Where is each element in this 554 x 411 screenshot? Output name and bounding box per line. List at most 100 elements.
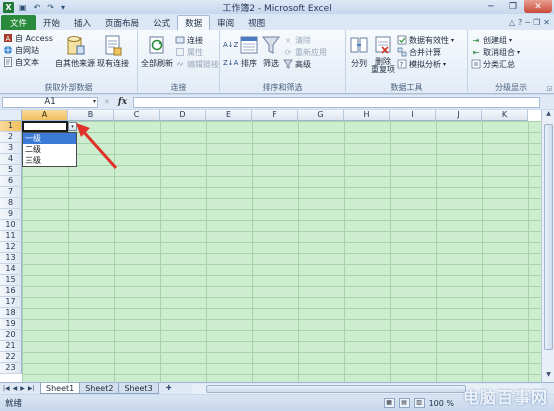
row-header[interactable]: 3 bbox=[0, 143, 22, 154]
from-web-button[interactable]: 自网站 bbox=[3, 44, 55, 56]
save-icon[interactable]: ▣ bbox=[17, 3, 29, 12]
excel-logo-icon[interactable]: X bbox=[3, 1, 14, 13]
restore-button[interactable]: ❐ bbox=[502, 0, 524, 13]
row-header[interactable]: 9 bbox=[0, 209, 22, 220]
row-header[interactable]: 20 bbox=[0, 330, 22, 341]
sort-descending-button[interactable]: Z↓A bbox=[223, 54, 239, 72]
first-sheet-icon[interactable]: |◀ bbox=[3, 385, 10, 392]
column-header[interactable]: F bbox=[252, 110, 298, 121]
properties-button[interactable]: 属性 bbox=[175, 46, 219, 58]
row-header[interactable]: 21 bbox=[0, 341, 22, 352]
cancel-entry-icon[interactable]: ✕ bbox=[104, 98, 110, 106]
sort-ascending-button[interactable]: A↓Z bbox=[223, 36, 239, 54]
column-header[interactable]: H bbox=[344, 110, 390, 121]
row-header[interactable]: 23 bbox=[0, 363, 22, 374]
column-header[interactable]: K bbox=[482, 110, 528, 121]
column-header[interactable]: E bbox=[206, 110, 252, 121]
data-validation-dropdown-icon[interactable]: ▾ bbox=[451, 37, 454, 44]
scroll-up-icon[interactable]: ▲ bbox=[542, 110, 554, 121]
qat-customize-icon[interactable]: ▾ bbox=[59, 3, 67, 12]
advanced-button[interactable]: 高级 bbox=[283, 58, 327, 70]
collapse-ribbon-icon[interactable]: △ bbox=[509, 18, 515, 27]
doc-minimize-icon[interactable]: ─ bbox=[525, 18, 530, 27]
reapply-button[interactable]: ⟳ 重新应用 bbox=[283, 46, 327, 58]
sheet-tab-sheet3[interactable]: Sheet3 bbox=[118, 383, 159, 394]
row-header[interactable]: 19 bbox=[0, 319, 22, 330]
scroll-down-icon[interactable]: ▼ bbox=[542, 371, 554, 382]
last-sheet-icon[interactable]: ▶| bbox=[28, 385, 35, 392]
name-box[interactable]: A1 ▾ bbox=[2, 96, 98, 108]
tab-formulas[interactable]: 公式 bbox=[146, 15, 177, 30]
column-header[interactable]: I bbox=[390, 110, 436, 121]
horizontal-scroll-thumb[interactable] bbox=[205, 384, 466, 393]
row-header[interactable]: 12 bbox=[0, 242, 22, 253]
existing-connections-button[interactable]: 现有连接 bbox=[97, 32, 129, 69]
refresh-all-button[interactable]: 全部刷新 bbox=[141, 32, 173, 70]
tab-home[interactable]: 开始 bbox=[36, 15, 67, 30]
sort-button[interactable]: 排序 bbox=[239, 32, 259, 72]
row-header[interactable]: 16 bbox=[0, 286, 22, 297]
page-break-view-icon[interactable]: ▥ bbox=[413, 398, 425, 408]
select-all-corner[interactable] bbox=[0, 110, 22, 121]
outline-launcher-icon[interactable]: ◲ bbox=[546, 85, 552, 92]
row-header[interactable]: 17 bbox=[0, 297, 22, 308]
minimize-button[interactable]: ─ bbox=[480, 0, 502, 13]
row-header[interactable]: 18 bbox=[0, 308, 22, 319]
tab-insert[interactable]: 插入 bbox=[67, 15, 98, 30]
clear-button[interactable]: ⨯ 清除 bbox=[283, 34, 327, 46]
from-text-button[interactable]: 自文本 bbox=[3, 56, 55, 68]
dropdown-option[interactable]: 一级 bbox=[23, 133, 76, 144]
text-to-columns-button[interactable]: 分列 bbox=[349, 32, 369, 74]
tab-file[interactable]: 文件 bbox=[1, 15, 37, 30]
row-header[interactable]: 13 bbox=[0, 253, 22, 264]
close-button[interactable]: ✕ bbox=[524, 0, 552, 13]
insert-sheet-icon[interactable]: ✚ bbox=[162, 384, 176, 394]
undo-icon[interactable]: ↶ bbox=[32, 3, 43, 12]
name-box-dropdown-icon[interactable]: ▾ bbox=[93, 98, 96, 105]
connections-button[interactable]: 连接 bbox=[175, 34, 219, 46]
column-header[interactable]: G bbox=[298, 110, 344, 121]
what-if-dropdown-icon[interactable]: ▾ bbox=[443, 61, 446, 68]
row-header[interactable]: 11 bbox=[0, 231, 22, 242]
filter-button[interactable]: 筛选 bbox=[261, 32, 281, 72]
dropdown-option[interactable]: 三级 bbox=[23, 155, 76, 166]
column-header[interactable]: A bbox=[22, 110, 68, 121]
consolidate-button[interactable]: 合并计算 bbox=[397, 46, 454, 58]
row-header[interactable]: 15 bbox=[0, 275, 22, 286]
tab-review[interactable]: 审阅 bbox=[210, 15, 241, 30]
row-header[interactable]: 22 bbox=[0, 352, 22, 363]
row-header[interactable]: 4 bbox=[0, 154, 22, 165]
sheet-tab-sheet1[interactable]: Sheet1 bbox=[40, 383, 81, 394]
group-dropdown-icon[interactable]: ▾ bbox=[509, 37, 512, 44]
doc-close-icon[interactable]: ✕ bbox=[543, 18, 550, 27]
from-access-button[interactable]: A 自 Access bbox=[3, 32, 55, 44]
help-icon[interactable]: ? bbox=[518, 18, 522, 27]
row-header[interactable]: 8 bbox=[0, 198, 22, 209]
what-if-button[interactable]: ? 模拟分析 ▾ bbox=[397, 58, 454, 70]
row-header[interactable]: 5 bbox=[0, 165, 22, 176]
row-header[interactable]: 7 bbox=[0, 187, 22, 198]
edit-links-button[interactable]: 编辑链接 bbox=[175, 58, 219, 70]
page-layout-view-icon[interactable]: ▤ bbox=[398, 398, 410, 408]
tab-view[interactable]: 视图 bbox=[241, 15, 272, 30]
row-header[interactable]: 10 bbox=[0, 220, 22, 231]
prev-sheet-icon[interactable]: ◀ bbox=[13, 385, 18, 392]
insert-function-icon[interactable]: fx bbox=[118, 97, 127, 107]
redo-icon[interactable]: ↷ bbox=[45, 3, 56, 12]
subtotal-button[interactable]: 分类汇总 bbox=[471, 58, 551, 70]
dropdown-option[interactable]: 二级 bbox=[23, 144, 76, 155]
group-button[interactable]: ⇥ 创建组 ▾ bbox=[471, 34, 551, 46]
from-other-sources-button[interactable]: 自其他来源 bbox=[55, 32, 95, 69]
row-header[interactable]: 1 bbox=[0, 121, 22, 132]
row-header[interactable]: 14 bbox=[0, 264, 22, 275]
tab-data[interactable]: 数据 bbox=[177, 15, 211, 30]
ungroup-dropdown-icon[interactable]: ▾ bbox=[517, 49, 520, 56]
remove-duplicates-button[interactable]: 删除 重复项 bbox=[371, 32, 395, 74]
vertical-scrollbar[interactable]: ▲ ▼ bbox=[541, 110, 554, 382]
doc-restore-icon[interactable]: ❐ bbox=[533, 18, 540, 27]
tab-page-layout[interactable]: 页面布局 bbox=[98, 15, 146, 30]
next-sheet-icon[interactable]: ▶ bbox=[20, 385, 25, 392]
row-header[interactable]: 6 bbox=[0, 176, 22, 187]
formula-input[interactable] bbox=[133, 96, 540, 108]
active-cell-a1[interactable] bbox=[22, 121, 68, 132]
